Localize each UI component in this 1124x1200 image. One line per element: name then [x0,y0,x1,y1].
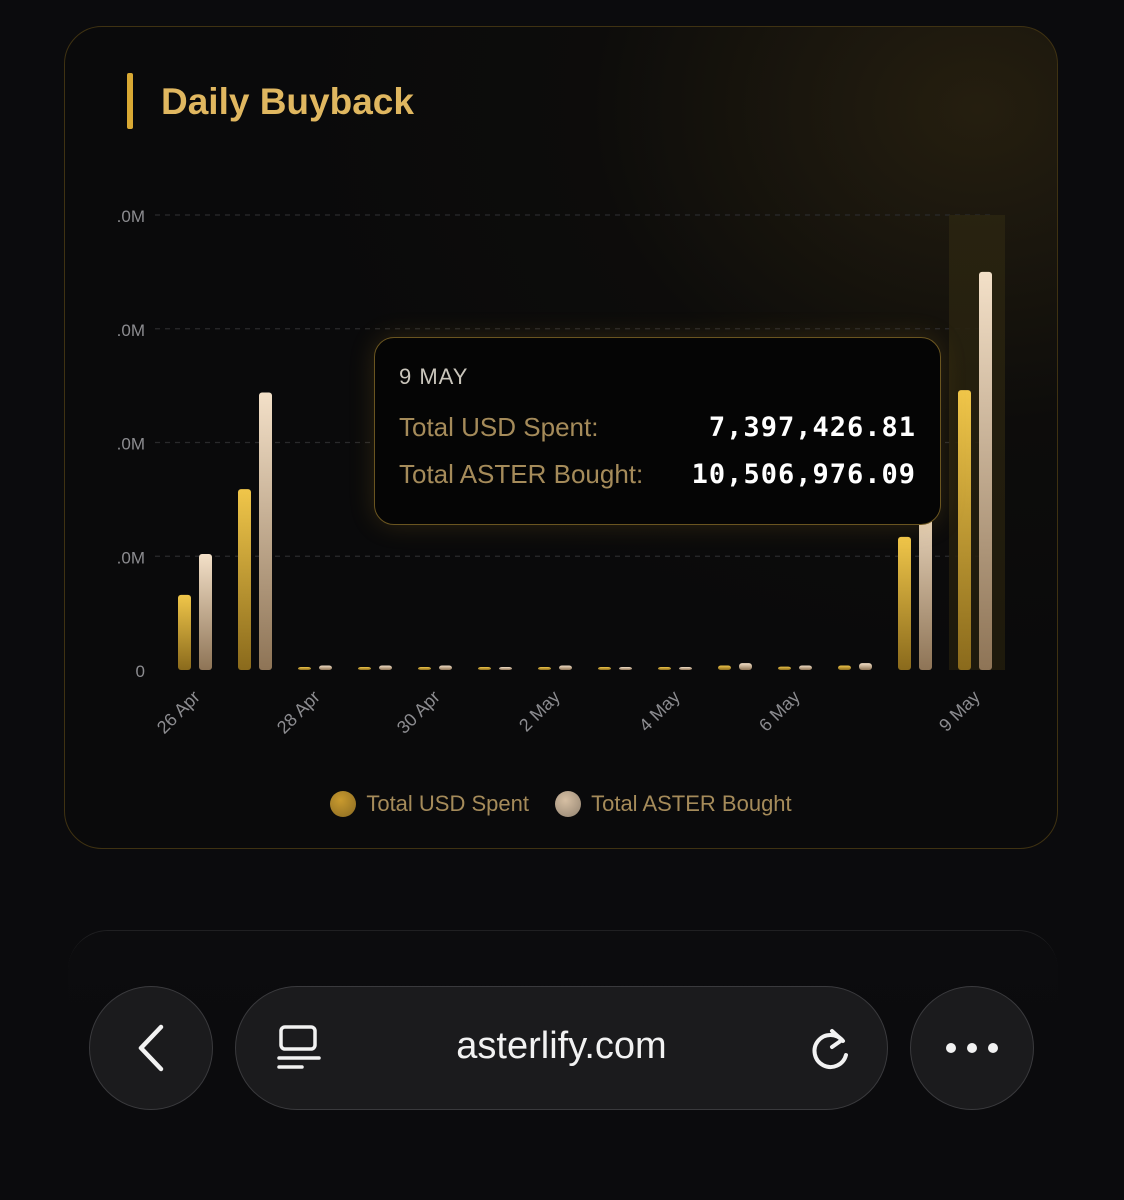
bar-aster-bought [679,667,692,670]
x-tick-label: 2 May [515,687,564,736]
daily-buyback-card: Daily Buyback 0.0M .0M .0M .0M 26 Apr 28 Apr… [64,26,1058,849]
bar-aster-bought [259,392,272,670]
highlight-column [949,215,1005,670]
bar-aster-bought [799,665,812,670]
legend-swatch-usd [330,791,357,817]
chevron-left-icon [138,1024,164,1072]
x-tick-label: 9 May [935,687,984,736]
y-tick-label: .0M [117,548,145,567]
bar-usd-spent [358,667,371,670]
more-button[interactable] [910,986,1034,1110]
bar-aster-bought [979,271,992,670]
bar-usd-spent [478,667,491,670]
x-tick-label: 26 Apr [153,687,204,738]
more-dots-icon [946,1043,998,1053]
legend-label-aster: Total ASTER Bought [591,791,792,816]
url-text: asterlify.com [456,1025,667,1067]
x-tick-label: 6 May [755,687,804,736]
x-tick-label: 30 Apr [393,687,444,738]
legend-label-usd: Total USD Spent [366,791,529,816]
bar-aster-bought [499,667,512,670]
tooltip-usd-value: 7,397,426.81 [708,412,916,443]
chart-tooltip: 9 MAY Total USD Spent: 7,397,426.81 Tota… [374,337,941,525]
bar-usd-spent [958,390,971,670]
chart-legend: Total USD Spent Total ASTER Bought [65,791,1057,823]
bar-aster-bought [199,553,212,670]
bar-aster-bought [859,663,872,670]
bar-usd-spent [298,667,311,670]
bar-aster-bought [559,665,572,670]
tooltip-usd-label: Total USD Spent: [399,412,599,442]
tooltip-date: 9 MAY [399,364,469,389]
bar-usd-spent [418,667,431,670]
bar-usd-spent [718,665,731,670]
back-button[interactable] [89,986,213,1110]
y-tick-label: .0M [117,207,145,226]
bar-usd-spent [538,667,551,670]
bar-usd-spent [178,594,191,670]
reload-icon[interactable] [808,1025,854,1073]
x-tick-label: 28 Apr [273,687,324,738]
tooltip-aster-value: 10,506,976.09 [691,459,916,490]
legend-swatch-aster [555,791,582,817]
y-tick-label: .0M [117,321,145,340]
bar-usd-spent [838,665,851,670]
tooltip-aster-label: Total ASTER Bought: [399,459,644,489]
bar-aster-bought [319,665,332,670]
x-tick-label: 4 May [635,687,684,736]
bar-aster-bought [439,665,452,670]
bar-usd-spent [658,667,671,670]
bar-usd-spent [238,489,251,670]
bar-aster-bought [379,665,392,670]
bar-usd-spent [598,667,611,670]
address-bar[interactable]: asterlify.com [235,986,888,1110]
y-tick-label: .0M [117,435,145,454]
legend-item-usd-spent[interactable]: Total USD Spent [330,791,529,817]
legend-item-aster-bought[interactable]: Total ASTER Bought [555,791,792,817]
bar-aster-bought [619,667,632,670]
bar-usd-spent [898,536,911,670]
bar-usd-spent [778,666,791,670]
bar-aster-bought [739,663,752,670]
y-tick-label: 0 [136,662,145,681]
